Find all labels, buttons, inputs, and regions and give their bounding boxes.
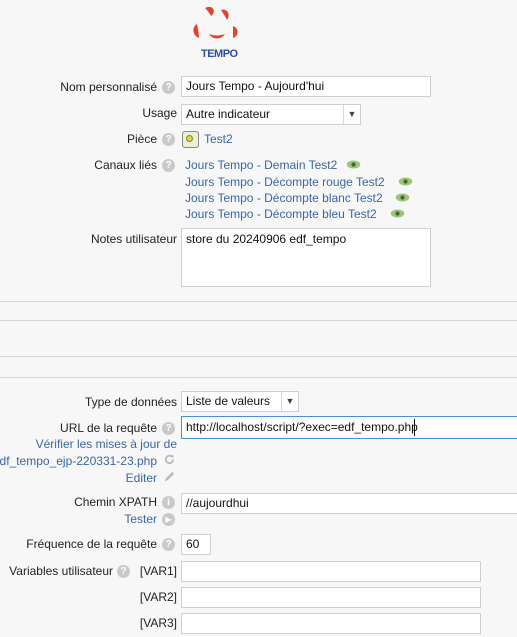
request-url-input[interactable]: http://localhost/script/?exec=edf_tempo.… [181, 416, 517, 439]
eye-icon[interactable] [346, 160, 361, 169]
var1-input[interactable] [181, 561, 481, 582]
eye-icon[interactable] [398, 177, 413, 186]
data-type-label: Type de données [84, 395, 177, 409]
custom-name-input[interactable]: Jours Tempo - Aujourd'hui [181, 76, 431, 97]
room-label: Pièce [126, 132, 157, 146]
user-notes-textarea[interactable]: store du 20240906 edf_tempo [181, 228, 431, 287]
eye-icon[interactable] [390, 209, 405, 218]
room-link[interactable]: Test2 [204, 132, 233, 146]
linked-channel-link[interactable]: Jours Tempo - Décompte bleu Test2 [185, 207, 377, 221]
room-icon [182, 131, 199, 148]
help-icon[interactable]: ? [162, 538, 175, 551]
linked-channel-link[interactable]: Jours Tempo - Décompte rouge Test2 [185, 175, 385, 189]
var1-label: [VAR1] [139, 564, 177, 578]
script-file-link[interactable]: edf_tempo_ejp-220331-23.php [0, 454, 157, 468]
help-icon[interactable]: ? [162, 81, 175, 94]
xpath-label: Chemin XPATH [74, 495, 157, 509]
chevron-down-icon: ▼ [343, 105, 360, 124]
linked-channels-label: Canaux liés [94, 158, 157, 172]
refresh-icon[interactable] [163, 453, 176, 466]
user-notes-label: Notes utilisateur [90, 232, 177, 246]
edit-link[interactable]: Editer [126, 471, 157, 485]
help-icon[interactable]: ? [162, 159, 175, 172]
data-type-select[interactable]: Liste de valeurs ▼ [181, 391, 299, 412]
xpath-input[interactable]: //aujourdhui [181, 493, 517, 514]
pencil-icon[interactable] [163, 470, 176, 483]
section-divider [0, 377, 517, 378]
usage-select[interactable]: Autre indicateur ▼ [181, 104, 361, 125]
usage-label: Usage [142, 106, 177, 120]
var3-input[interactable] [181, 613, 481, 634]
frequency-input[interactable]: 60 [181, 534, 211, 555]
var2-input[interactable] [181, 587, 481, 608]
var3-label: [VAR3] [139, 616, 177, 630]
data-type-select-value: Liste de valeurs [186, 394, 271, 408]
var2-label: [VAR2] [139, 590, 177, 604]
usage-select-value: Autre indicateur [186, 107, 271, 121]
play-icon[interactable]: ▶ [162, 513, 175, 526]
info-icon[interactable]: i [162, 496, 175, 509]
help-icon[interactable]: ? [162, 422, 175, 435]
section-divider [0, 320, 517, 321]
eye-icon[interactable] [395, 193, 410, 202]
frequency-label: Fréquence de la requête [26, 537, 157, 551]
linked-channel-link[interactable]: Jours Tempo - Décompte blanc Test2 [185, 191, 383, 205]
section-divider [0, 301, 517, 302]
section-divider [0, 356, 517, 357]
user-variables-label: Variables utilisateur [9, 564, 113, 578]
tempo-logo: TEMPO [183, 4, 247, 62]
help-icon[interactable]: ? [162, 133, 175, 146]
test-xpath-link[interactable]: Tester [124, 512, 157, 526]
custom-name-label: Nom personnalisé [60, 80, 157, 94]
request-url-label: URL de la requête [60, 421, 157, 435]
text-cursor [414, 419, 415, 436]
chevron-down-icon: ▼ [281, 392, 298, 411]
help-icon[interactable]: ? [117, 565, 130, 578]
tempo-logo-text: TEMPO [201, 48, 238, 60]
check-updates-link[interactable]: Vérifier les mises à jour de [36, 437, 177, 451]
linked-channel-link[interactable]: Jours Tempo - Demain Test2 [185, 158, 337, 172]
tempo-flame-icon [193, 6, 238, 39]
